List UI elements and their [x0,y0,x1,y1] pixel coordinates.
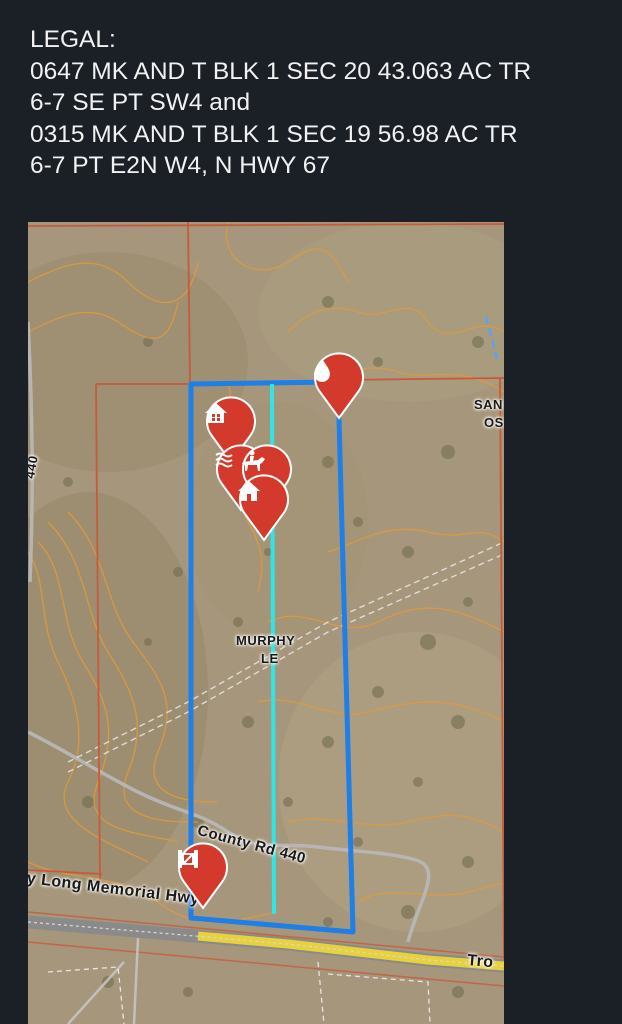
murphy-label-line1: MURPHY [236,633,296,648]
legal-line-2: 6-7 SE PT SW4 and [30,89,251,116]
legal-line-1: 0647 MK AND T BLK 1 SEC 20 43.063 AC TR [30,57,532,85]
map-base-layer [28,222,504,1024]
legal-line-3: 0315 MK AND T BLK 1 SEC 19 56.98 AC TR [30,120,518,148]
home-icon [237,480,291,514]
legal-line-4: 6-7 PT E2N W4, N HWY 67 [30,152,330,179]
satellite-map[interactable]: MURPHY LE SAN OS 440 County Rd 440 y Lon… [28,222,504,1024]
murphy-label-line2: LE [261,651,279,666]
highway-end-label: Tro [466,952,495,972]
water-marker[interactable] [312,350,366,420]
san-label-line2: OS [484,415,504,430]
entrance-gate-icon [176,848,230,882]
water-drop-icon [312,358,366,392]
house-icon [204,402,258,436]
legal-description: LEGAL: 0647 MK AND T BLK 1 SEC 20 43.063… [30,24,610,182]
legal-heading: LEGAL: [30,26,116,53]
gate-marker[interactable] [176,840,230,910]
san-label-line1: SAN [474,397,503,412]
home-marker[interactable] [237,472,291,542]
